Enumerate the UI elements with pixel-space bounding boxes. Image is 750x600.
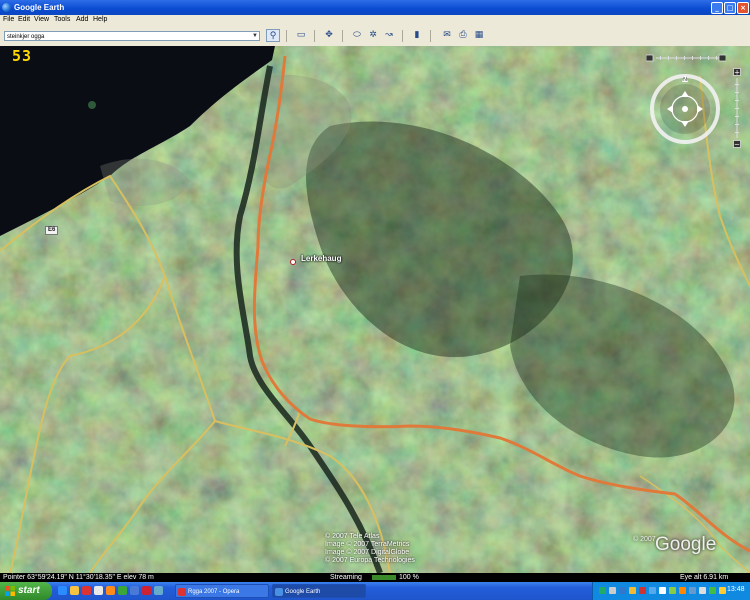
quicklaunch-app-icon[interactable] <box>154 586 163 595</box>
copyright-notice: © 2007 Tele Atlas Image © 2007 TerraMetr… <box>325 533 415 565</box>
menu-tools[interactable]: Tools <box>54 16 70 23</box>
tray-icon[interactable] <box>629 587 636 594</box>
menu-bar: File Edit View Tools Add Help <box>0 15 750 26</box>
map-view[interactable]: 53 E6 Lerkehaug N + − © 2007 Tele Atlas … <box>0 46 750 573</box>
status-bar: Pointer 63°59'24.19" N 11°30'18.35" E el… <box>0 573 750 582</box>
pointer-coordinates: Pointer 63°59'24.19" N 11°30'18.35" E el… <box>3 574 154 581</box>
close-button[interactable]: × <box>737 2 749 14</box>
search-icon: ⚲ <box>269 31 277 41</box>
separator <box>314 30 315 42</box>
tray-icon[interactable] <box>649 587 656 594</box>
quicklaunch-app-icon[interactable] <box>130 586 139 595</box>
polygon-icon[interactable]: ✲ <box>366 29 380 42</box>
quicklaunch-app-icon[interactable] <box>118 586 127 595</box>
minimize-button[interactable]: _ <box>711 2 723 14</box>
separator <box>402 30 403 42</box>
fps-counter: 53 <box>12 47 33 65</box>
quicklaunch-folder-icon[interactable] <box>70 586 79 595</box>
copyright-line: © 2007 Europa Technologies <box>325 557 415 564</box>
search-button[interactable]: ⚲ <box>266 29 280 42</box>
route-shield-e6: E6 <box>45 226 59 235</box>
eye-altitude: Eye alt 6.91 km <box>680 574 729 581</box>
tray-icon[interactable] <box>719 587 726 594</box>
google-logo: © 2007 Google <box>633 534 717 556</box>
logo-text: Google <box>655 534 717 555</box>
path-icon[interactable]: ↝ <box>382 29 396 42</box>
satellite-imagery <box>0 46 750 573</box>
tray-icon[interactable] <box>609 587 616 594</box>
menu-edit[interactable]: Edit <box>18 16 30 23</box>
placemark-icon <box>290 259 296 265</box>
taskbar-item-opera[interactable]: Rgga 2007 - Opera <box>175 584 269 598</box>
toolbar: steinkjer ogga ▼ ⚲ ▭ ✥ ⬭ ✲ ↝ ▮ ✉ ⎙ ▦ <box>0 26 750 47</box>
streaming-progress <box>372 575 396 580</box>
google-earth-icon <box>275 588 283 596</box>
tray-icon[interactable] <box>619 587 626 594</box>
island <box>88 101 96 109</box>
opera-icon <box>178 588 186 596</box>
quicklaunch-ie-icon[interactable] <box>58 586 67 595</box>
start-label: start <box>18 585 40 596</box>
tray-icon[interactable] <box>689 587 696 594</box>
clock: 13:48 <box>727 586 745 593</box>
task-label: Google Earth <box>285 589 321 595</box>
ruler-icon[interactable]: ▮ <box>410 29 424 42</box>
logo-copyright: © 2007 <box>633 536 656 543</box>
search-input[interactable]: steinkjer ogga ▼ <box>4 31 260 41</box>
separator <box>342 30 343 42</box>
google-earth-icon <box>2 3 11 12</box>
search-value: steinkjer ogga <box>7 34 45 40</box>
navigation-compass[interactable]: N <box>650 74 720 144</box>
tray-icon[interactable] <box>639 587 646 594</box>
menu-add[interactable]: Add <box>76 16 88 23</box>
menu-file[interactable]: File <box>3 16 14 23</box>
taskbar: start Rgga 2007 - Opera Google Earth 13:… <box>0 582 750 600</box>
maps-icon[interactable]: ▦ <box>472 29 486 42</box>
task-label: Rgga 2007 - Opera <box>188 589 240 595</box>
zoom-out-icon: − <box>734 141 740 149</box>
maximize-button[interactable]: □ <box>724 2 736 14</box>
placemark-label: Lerkehaug <box>301 254 342 263</box>
streaming-label: Streaming <box>330 574 362 581</box>
copyright-line: Image © 2007 TerraMetrics <box>325 541 410 548</box>
quicklaunch-app-icon[interactable] <box>142 586 151 595</box>
menu-help[interactable]: Help <box>93 16 107 23</box>
tray-icon[interactable] <box>599 587 606 594</box>
window-title: Google Earth <box>14 3 65 12</box>
menu-view[interactable]: View <box>34 16 49 23</box>
placemark-icon[interactable]: ⬭ <box>350 29 364 42</box>
tilt-slider[interactable] <box>646 54 726 62</box>
zoom-slider[interactable]: + − <box>733 68 741 148</box>
volume-icon[interactable] <box>699 587 706 594</box>
title-bar: Google Earth _ □ × <box>0 0 750 15</box>
start-button[interactable]: start <box>0 582 52 600</box>
tour-icon[interactable]: ✥ <box>322 29 336 42</box>
separator <box>286 30 287 42</box>
email-icon[interactable]: ✉ <box>440 29 454 42</box>
quicklaunch-desktop-icon[interactable] <box>94 586 103 595</box>
zoom-in-icon: + <box>734 69 740 77</box>
windows-logo-icon <box>5 586 15 596</box>
separator <box>430 30 431 42</box>
tray-icon[interactable] <box>679 587 686 594</box>
streaming-progress-fill <box>372 575 396 580</box>
quicklaunch-firefox-icon[interactable] <box>106 586 115 595</box>
north-icon: N <box>683 77 687 83</box>
sidebar-toggle-icon[interactable]: ▭ <box>294 29 308 42</box>
copyright-line: Image © 2007 DigitalGlobe <box>325 549 410 556</box>
print-icon[interactable]: ⎙ <box>456 29 470 42</box>
copyright-line: © 2007 Tele Atlas <box>325 533 380 540</box>
quicklaunch-opera-icon[interactable] <box>82 586 91 595</box>
taskbar-item-google-earth[interactable]: Google Earth <box>272 584 366 598</box>
tray-icon[interactable] <box>669 587 676 594</box>
tray-icon[interactable] <box>659 587 666 594</box>
network-icon[interactable] <box>709 587 716 594</box>
dropdown-icon[interactable]: ▼ <box>251 32 259 40</box>
streaming-percent: 100 % <box>399 574 419 581</box>
